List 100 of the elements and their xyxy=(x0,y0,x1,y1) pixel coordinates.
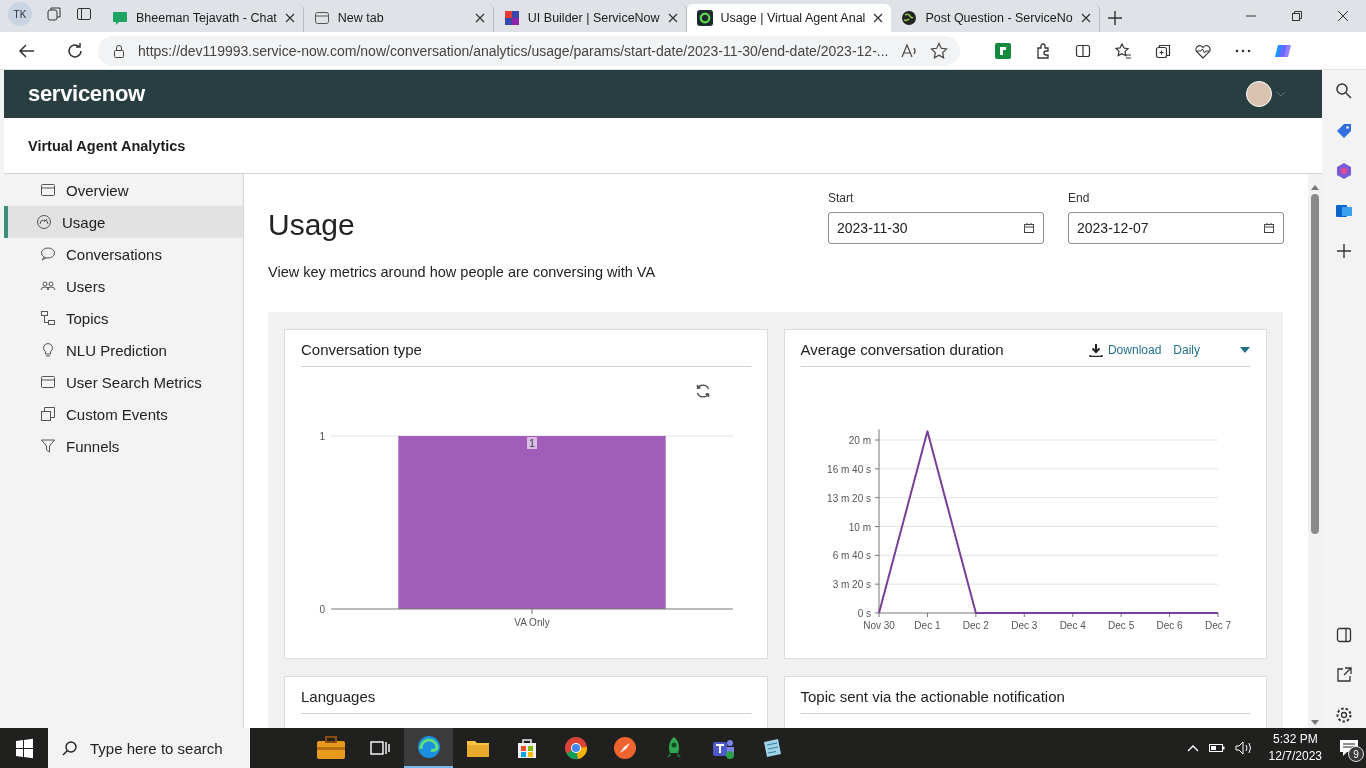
tab-title: UI Builder | ServiceNow xyxy=(527,11,660,25)
read-aloud-icon[interactable] xyxy=(900,42,919,59)
nav-item[interactable]: NLU Prediction xyxy=(4,334,243,366)
browser-tab[interactable]: Usage | Virtual Agent Anal xyxy=(686,4,892,32)
app-extension-icon[interactable] xyxy=(994,41,1012,60)
favorites-icon[interactable] xyxy=(1114,41,1132,60)
compass-icon[interactable] xyxy=(612,736,637,760)
nav-item[interactable]: Usage xyxy=(4,206,243,238)
refresh-icon[interactable] xyxy=(694,383,711,399)
task-view-icon[interactable] xyxy=(368,738,391,758)
search-icon xyxy=(62,740,78,756)
card-title: Languages xyxy=(301,688,376,705)
axis-tick-label: 0 s xyxy=(857,608,871,619)
nav-item[interactable]: Users xyxy=(4,270,243,302)
nav-item[interactable]: User Search Metrics xyxy=(4,366,243,398)
tab-title: Bheeman Tejavath - Chat xyxy=(136,11,277,25)
notification-count[interactable]: 9 xyxy=(1348,746,1364,762)
tag-icon[interactable] xyxy=(1335,122,1353,140)
download-link[interactable]: Download xyxy=(1088,342,1162,357)
axis-tick-label: 10 m xyxy=(848,521,871,533)
close-icon[interactable] xyxy=(667,13,678,23)
axis-tick-label: Dec 5 xyxy=(1107,620,1134,631)
address-bar[interactable]: https://dev119993.service-now.com/now/conversation/analytics/usage/params/start-date/2023-11-30/end-date/2023-12-... xyxy=(98,35,960,66)
browser-swirl-icon[interactable] xyxy=(416,735,441,759)
scroll-up-icon[interactable] xyxy=(1311,184,1319,190)
star-icon[interactable] xyxy=(930,41,949,60)
axis-tick-label: Dec 1 xyxy=(913,620,940,631)
hexagon-icon[interactable] xyxy=(1335,162,1353,180)
battery-icon[interactable] xyxy=(1208,743,1225,753)
clock[interactable]: 5:32 PM 12/7/2023 xyxy=(1268,731,1322,765)
add-icon[interactable] xyxy=(1335,242,1353,260)
scrollbar[interactable] xyxy=(1308,174,1322,728)
tab-title: New tab xyxy=(337,11,385,25)
chevron-up-icon[interactable] xyxy=(1186,744,1199,752)
profile-avatar[interactable]: TK xyxy=(8,2,32,26)
mail-icon[interactable] xyxy=(1335,202,1353,220)
page-heading: Usage xyxy=(268,208,356,242)
axis-tick-label: 13 m 20 s xyxy=(826,492,871,504)
nav-item[interactable]: Funnels xyxy=(4,430,243,462)
panel-icon xyxy=(40,182,56,198)
briefcase-icon[interactable] xyxy=(315,735,346,761)
nav-label: Conversations xyxy=(66,245,162,263)
nav-item[interactable]: Topics xyxy=(4,302,243,334)
close-icon[interactable] xyxy=(1080,13,1091,23)
nav-label: Funnels xyxy=(66,437,120,455)
calendar-icon[interactable] xyxy=(1023,222,1035,234)
stacked-squares-icon xyxy=(40,406,56,422)
close-icon[interactable] xyxy=(474,13,485,23)
avatar-placeholder[interactable] xyxy=(1246,81,1272,107)
axis-tick-label: Dec 4 xyxy=(1059,620,1086,631)
search-icon[interactable] xyxy=(1335,82,1353,100)
interval-dropdown[interactable]: Daily xyxy=(1173,342,1250,357)
search-placeholder: Type here to search xyxy=(90,739,223,757)
brand-logo[interactable]: servicenow xyxy=(28,81,145,107)
scroll-down-icon[interactable] xyxy=(1311,720,1319,726)
axis-tick-label: 3 m 20 s xyxy=(832,579,871,591)
url-text: https://dev119993.service-now.com/now/conversation/analytics/usage/params/start-date/2023-11-30/end-date/2023-12-... xyxy=(138,42,889,59)
axis-tick-label: 0 xyxy=(319,604,325,615)
nav-item[interactable]: Conversations xyxy=(4,238,243,270)
axis-tick-label: Dec 2 xyxy=(962,620,989,631)
card-title: Topic sent via the actionable notification xyxy=(800,688,1065,705)
nav-label: Overview xyxy=(66,181,129,199)
panel-icon xyxy=(40,374,56,390)
ring-logo-icon xyxy=(696,10,713,26)
extensions-icon[interactable] xyxy=(1034,41,1052,60)
close-icon[interactable] xyxy=(284,13,295,23)
sidebar-panel-icon[interactable] xyxy=(1335,626,1353,644)
caret-down-icon xyxy=(1240,346,1250,353)
refresh-icon[interactable] xyxy=(66,41,84,60)
colored-squares-icon xyxy=(503,10,520,26)
back-icon[interactable] xyxy=(18,41,36,60)
lock-icon xyxy=(112,43,126,58)
date-field[interactable]: 2023-11-30 xyxy=(828,212,1044,244)
nav-label: Users xyxy=(66,277,106,295)
search-box[interactable]: Type here to search xyxy=(48,728,250,768)
nav-item[interactable]: Custom Events xyxy=(4,398,243,430)
tab-actions-icon[interactable] xyxy=(76,6,92,22)
calendar-icon[interactable] xyxy=(1263,222,1275,234)
nav-label: Usage xyxy=(62,213,106,231)
date-field[interactable]: 2023-12-07 xyxy=(1068,212,1284,244)
data-label: 1 xyxy=(527,437,537,449)
card-title: Average conversation duration xyxy=(800,341,1004,358)
axis-tick-label: Dec 3 xyxy=(1010,620,1037,631)
axis-tick-label: Nov 30 xyxy=(862,620,895,631)
external-link-icon[interactable] xyxy=(1335,666,1353,684)
card-title: Conversation type xyxy=(301,341,422,358)
chevron-down-icon[interactable] xyxy=(1276,91,1286,97)
workspaces-icon[interactable] xyxy=(46,6,62,22)
chat-bubble-icon xyxy=(112,10,128,26)
nav-label: Custom Events xyxy=(66,405,168,423)
nav-item[interactable]: Overview xyxy=(4,174,243,206)
date-value: 2023-12-07 xyxy=(1077,220,1149,236)
scrollbar-thumb[interactable] xyxy=(1311,194,1319,534)
clock-date: 12/7/2023 xyxy=(1268,748,1322,765)
date-value: 2023-11-30 xyxy=(837,220,908,236)
close-icon[interactable] xyxy=(873,13,884,23)
speaker-icon[interactable] xyxy=(1234,741,1253,755)
settings-icon[interactable] xyxy=(1335,706,1353,724)
download-icon xyxy=(1088,342,1103,357)
axis-tick-label: Dec 6 xyxy=(1156,620,1183,631)
